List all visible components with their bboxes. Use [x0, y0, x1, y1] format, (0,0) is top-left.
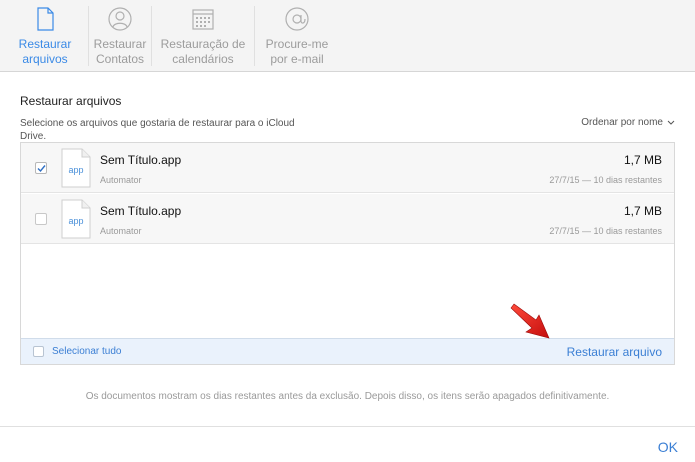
file-name: Sem Título.app [100, 153, 182, 167]
file-date: 27/7/15 — 10 dias restantes [549, 175, 662, 185]
file-size: 1,7 MB [623, 204, 662, 218]
file-list: app Sem Título.app Automator 1,7 MB 27/7… [20, 142, 675, 365]
select-all-checkbox[interactable]: Selecionar tudo [33, 346, 122, 357]
document-icon [37, 7, 54, 31]
file-checkbox[interactable] [35, 213, 47, 225]
file-app: Automator [100, 226, 142, 236]
tab-restore-contacts[interactable]: Restaurar Contatos [89, 0, 151, 72]
tab-label: Restauração de calendários [160, 37, 246, 66]
red-arrow-icon [510, 303, 550, 339]
file-size: 1,7 MB [623, 153, 662, 167]
checkmark-icon [37, 165, 46, 173]
tab-label: Restaurar arquivos [18, 37, 72, 66]
tab-restore-calendars[interactable]: Restauração de calendários [152, 0, 254, 72]
app-file-icon: app [61, 199, 91, 239]
file-name: Sem Título.app [100, 204, 182, 218]
section-description: Selecione os arquivos que gostaria de re… [20, 118, 295, 142]
file-date: 27/7/15 — 10 dias restantes [549, 226, 662, 236]
tab-restore-files[interactable]: Restaurar arquivos [2, 0, 88, 72]
list-item[interactable]: app Sem Título.app Automator 1,7 MB 27/7… [21, 143, 674, 193]
tab-bar: Restaurar arquivos Restaurar Contatos Re… [0, 0, 695, 72]
list-footer: Selecionar tudo Restaurar arquivo [21, 338, 674, 364]
app-file-icon: app [61, 148, 91, 188]
file-checkbox[interactable] [35, 162, 47, 174]
file-icon-text: app [68, 216, 84, 226]
contacts-icon [108, 7, 132, 31]
file-app: Automator [100, 175, 142, 185]
file-icon-text: app [68, 165, 84, 175]
chevron-down-icon [667, 120, 675, 125]
restore-file-button[interactable]: Restaurar arquivo [567, 345, 662, 359]
bottom-bar: OK [0, 426, 695, 462]
section-title: Restaurar arquivos [20, 94, 122, 108]
tab-find-by-email[interactable]: Procure-me por e-mail [255, 0, 339, 72]
at-sign-icon [285, 7, 309, 31]
sort-dropdown[interactable]: Ordenar por nome [581, 117, 675, 128]
checkbox-box [33, 346, 44, 357]
tab-label: Restaurar Contatos [93, 37, 147, 66]
calendar-icon [192, 9, 214, 30]
list-item[interactable]: app Sem Título.app Automator 1,7 MB 27/7… [21, 194, 674, 244]
sort-label: Ordenar por nome [581, 117, 663, 128]
tab-label: Procure-me por e-mail [265, 37, 329, 66]
select-all-label: Selecionar tudo [52, 346, 122, 357]
ok-button[interactable]: OK [658, 439, 678, 455]
footnote: Os documentos mostram os dias restantes … [85, 391, 610, 402]
